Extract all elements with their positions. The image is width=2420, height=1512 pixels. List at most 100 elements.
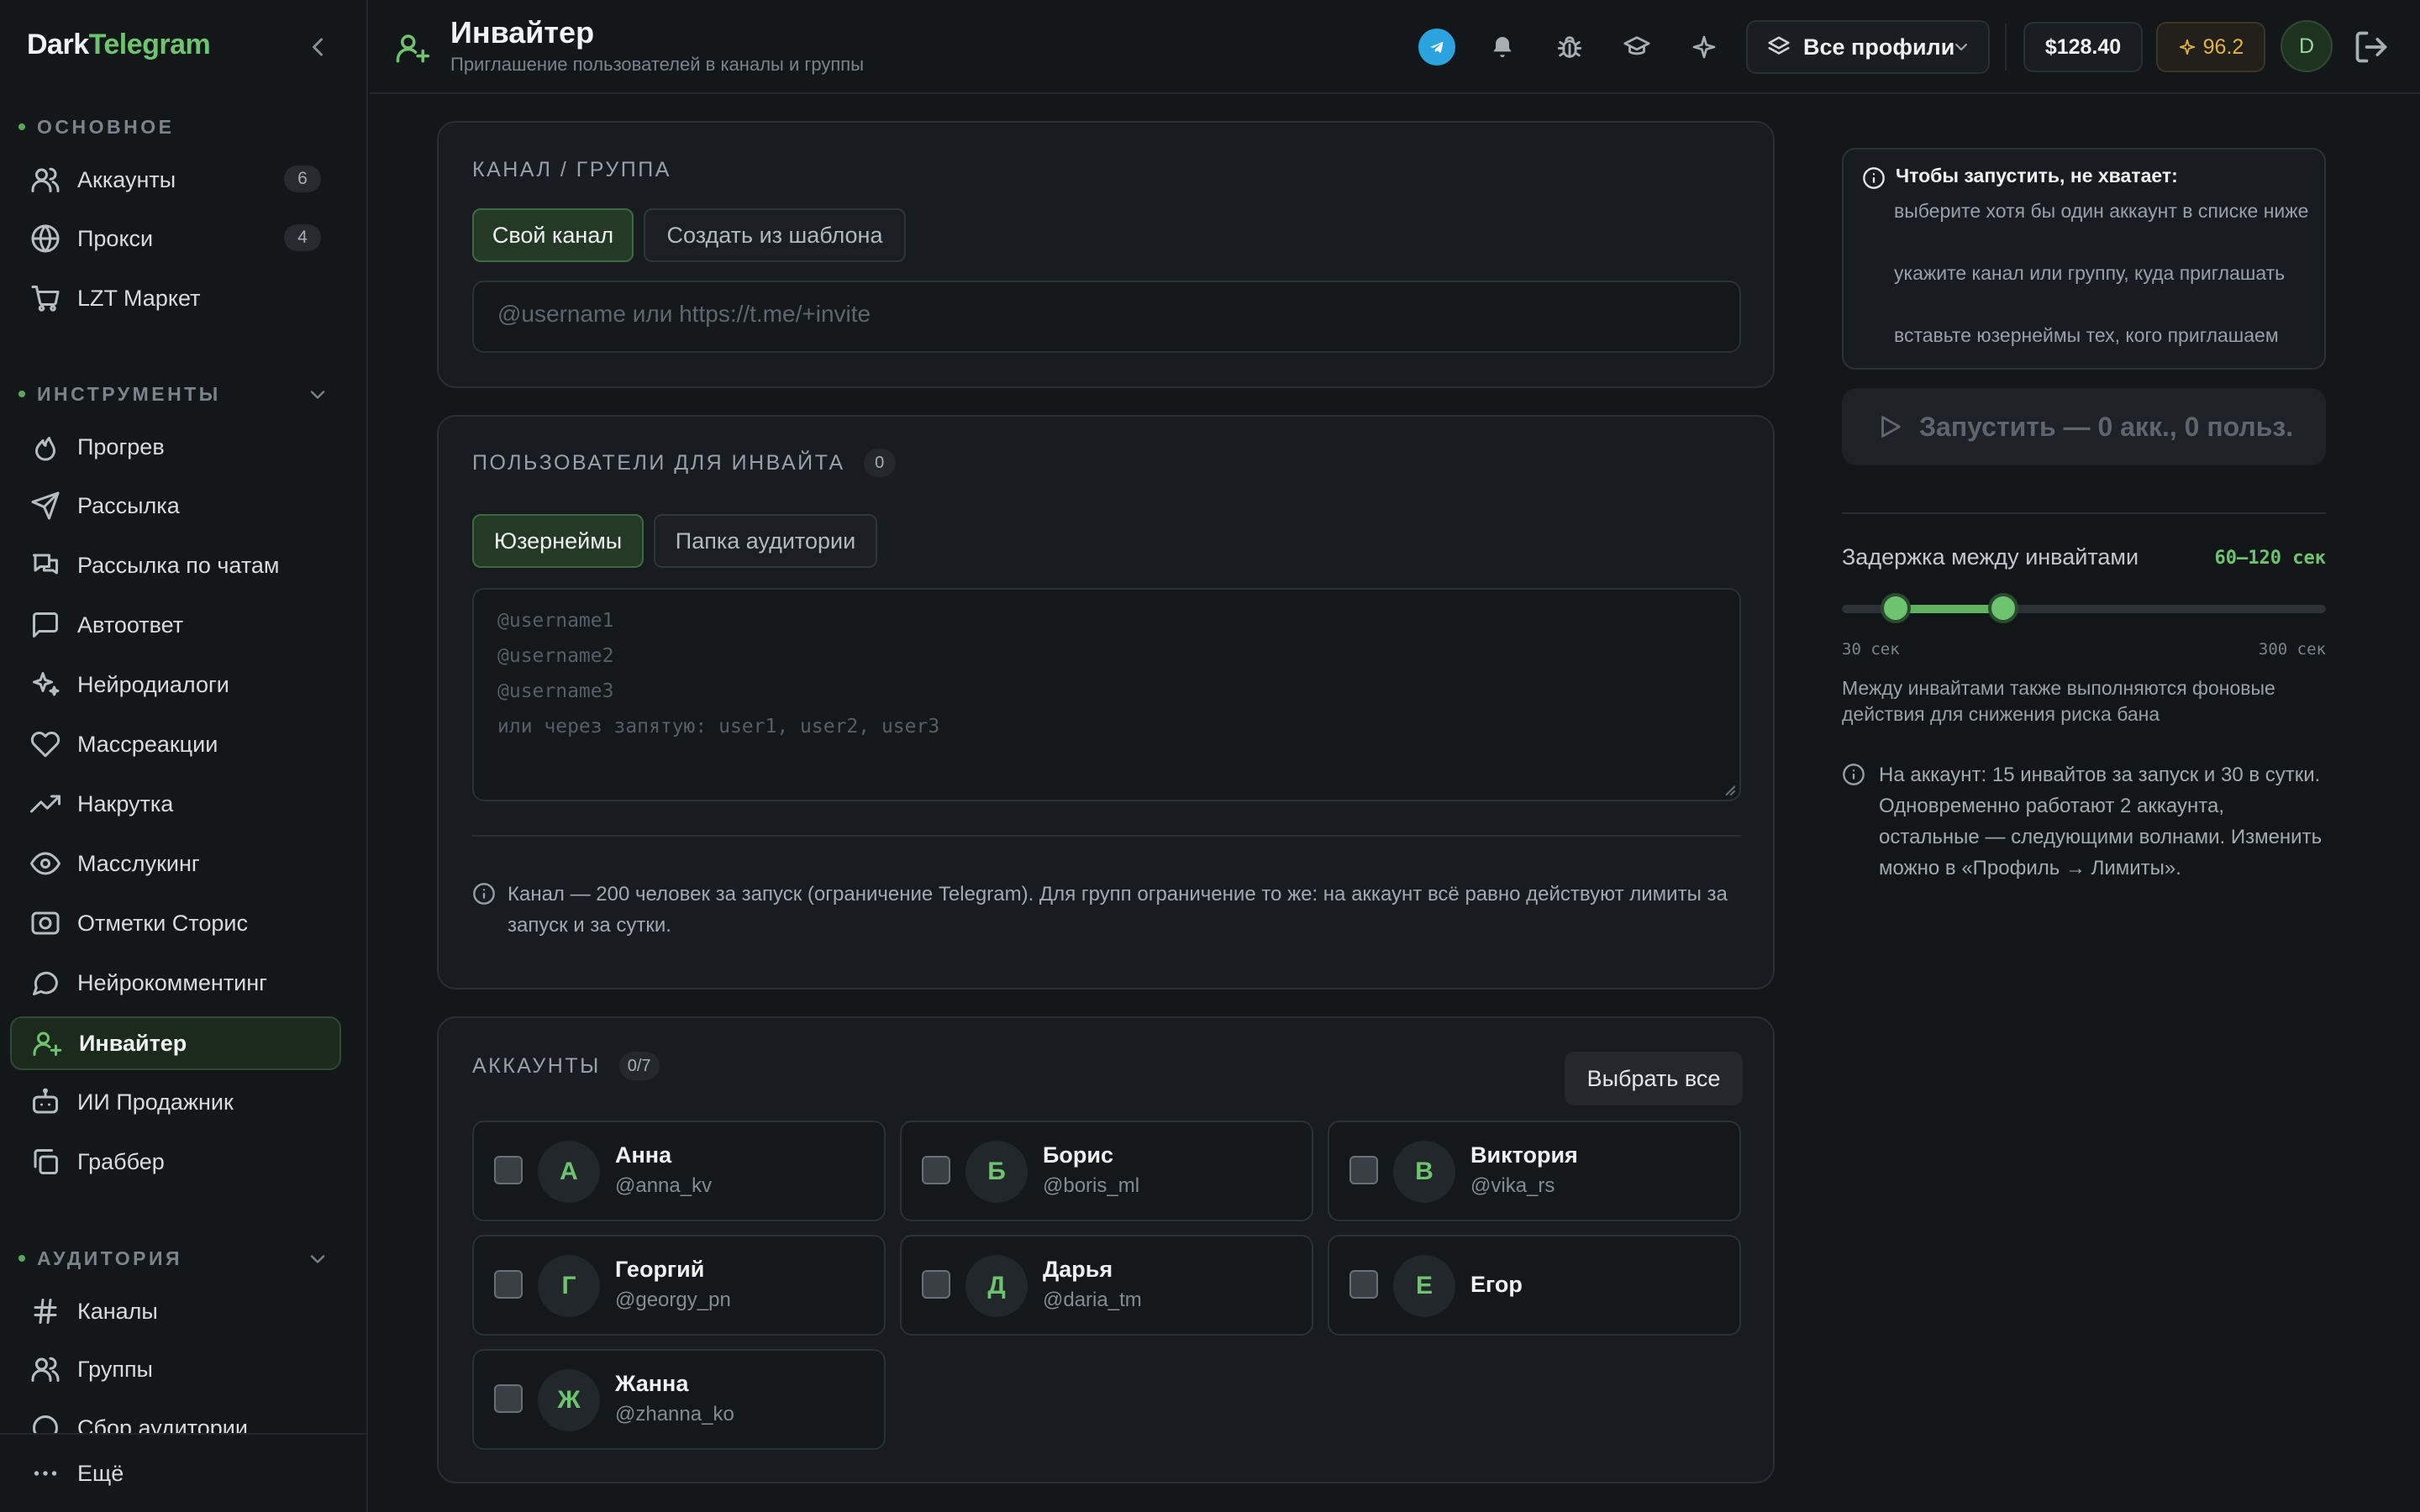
tab-create-from-template[interactable]: Создать из шаблона	[644, 208, 906, 262]
account-card-boris[interactable]: Б Борис @boris_ml	[900, 1121, 1313, 1221]
users-card-label: ПОЛЬЗОВАТЕЛИ ДЛЯ ИНВАЙТА 0	[472, 449, 896, 477]
delay-range-slider[interactable]	[1842, 593, 2326, 623]
profiles-dropdown[interactable]: Все профили	[1746, 20, 1990, 74]
accounts-card-title: АККАУНТЫ	[472, 1053, 601, 1078]
sidebar-item-ai-seller[interactable]: ИИ Продажник	[10, 1075, 341, 1129]
section-dot	[18, 391, 25, 397]
account-name: Дарья	[1043, 1257, 1113, 1282]
account-avatar: Д	[965, 1255, 1028, 1317]
notifications-button[interactable]	[1484, 29, 1521, 66]
warning-title: Чтобы запустить, не хватает:	[1896, 165, 2178, 186]
sidebar-item-neurocommenting[interactable]: Нейрокомментинг	[10, 956, 341, 1010]
section-header-tools[interactable]: ИНСТРУМЕНТЫ	[18, 381, 221, 407]
account-checkbox[interactable]	[922, 1270, 950, 1299]
users-count-badge: 0	[863, 449, 896, 477]
tab-own-channel[interactable]: Свой канал	[472, 208, 634, 262]
account-checkbox[interactable]	[494, 1156, 523, 1184]
account-name: Виктория	[1470, 1142, 1578, 1168]
account-checkbox[interactable]	[494, 1384, 523, 1413]
sidebar-item-mailing[interactable]: Рассылка	[10, 479, 341, 533]
sidebar-item-label: Массреакции	[77, 731, 218, 757]
limits-note: На аккаунт: 15 инвайтов за запуск и 30 в…	[1842, 759, 2326, 884]
account-name: Борис	[1043, 1142, 1114, 1168]
academy-button[interactable]	[1618, 29, 1655, 66]
ai-sparkle-button[interactable]	[1686, 29, 1723, 66]
sidebar-item-label: Каналы	[77, 1298, 158, 1324]
heart-icon	[30, 731, 60, 758]
sidebar-item-label: LZT Маркет	[77, 285, 201, 311]
sidebar-item-massreactions[interactable]: Массреакции	[10, 717, 341, 771]
balance-badge[interactable]: $128.40	[2023, 22, 2143, 72]
usernames-textarea[interactable]: @username1 @username2 @username3 или чер…	[472, 588, 1741, 801]
slider-thumb-min[interactable]	[1881, 593, 1911, 623]
sidebar-item-label: Рассылка по чатам	[77, 552, 280, 578]
accounts-card-label: АККАУНТЫ 0/7	[472, 1052, 660, 1080]
logo-part-dark: Dark	[27, 29, 89, 60]
sidebar-item-more[interactable]: Ещё	[10, 1446, 341, 1500]
sidebar-item-story-marks[interactable]: Отметки Сторис	[10, 896, 341, 950]
tab-audience-folder[interactable]: Папка аудитории	[654, 514, 877, 568]
user-avatar[interactable]: D	[2281, 20, 2333, 72]
collapse-sidebar-button[interactable]	[302, 32, 333, 62]
sidebar-item-grabber[interactable]: Граббер	[10, 1135, 341, 1189]
bug-report-button[interactable]	[1551, 29, 1588, 66]
send-icon	[31, 491, 60, 520]
warning-item: укажите канал или группу, куда приглашат…	[1894, 262, 2286, 284]
account-avatar: Г	[538, 1255, 600, 1317]
account-card-viktoria[interactable]: В Виктория @vika_rs	[1328, 1121, 1741, 1221]
account-avatar: В	[1393, 1141, 1455, 1203]
sidebar-item-channels[interactable]: Каналы	[10, 1284, 341, 1338]
sidebar-item-accounts[interactable]: Аккаунты 6	[10, 153, 341, 207]
account-username: @vika_rs	[1470, 1174, 1555, 1197]
section-title: ИНСТРУМЕНТЫ	[37, 382, 221, 405]
chevron-down-icon[interactable]	[306, 383, 329, 407]
account-card-zhanna[interactable]: Ж Жанна @zhanna_ko	[472, 1349, 886, 1450]
sidebar-item-lzt-market[interactable]: LZT Маркет	[10, 271, 341, 325]
count-badge: 4	[284, 224, 321, 251]
channel-input[interactable]: @username или https://t.me/+invite	[472, 281, 1741, 353]
slider-min-label: 30 сек	[1842, 640, 1900, 659]
sidebar-item-proxies[interactable]: Прокси 4	[10, 212, 341, 265]
sidebar-item-groups[interactable]: Группы	[10, 1342, 341, 1396]
missing-requirements-box: Чтобы запустить, не хватает: выберите хо…	[1842, 148, 2326, 370]
section-header-audience[interactable]: АУДИТОРИЯ	[18, 1246, 182, 1271]
sidebar-item-label: Группы	[77, 1356, 153, 1382]
account-card-egor[interactable]: Е Егор	[1328, 1235, 1741, 1336]
tab-usernames[interactable]: Юзернеймы	[472, 514, 644, 568]
bell-icon	[1493, 37, 1512, 57]
sidebar-item-autoreply[interactable]: Автоответ	[10, 598, 341, 652]
channel-card: КАНАЛ / ГРУППА Свой канал Создать из шаб…	[437, 121, 1775, 388]
select-all-button[interactable]: Выбрать все	[1565, 1052, 1743, 1105]
logout-icon[interactable]	[2353, 29, 2390, 66]
telegram-button[interactable]	[1418, 29, 1455, 66]
sidebar-item-masslooking[interactable]: Масслукинг	[10, 837, 341, 890]
account-checkbox[interactable]	[494, 1270, 523, 1299]
chevron-left-icon	[313, 38, 323, 56]
globe-icon	[31, 224, 60, 253]
account-card-anna[interactable]: А Анна @anna_kv	[472, 1121, 886, 1221]
app-logo[interactable]: DarkTelegram	[27, 29, 211, 61]
account-card-daria[interactable]: Д Дарья @daria_tm	[900, 1235, 1313, 1336]
rating-badge[interactable]: 96.2	[2156, 22, 2265, 72]
account-card-georgy[interactable]: Г Георгий @georgy_pn	[472, 1235, 886, 1336]
sidebar-item-boost[interactable]: Накрутка	[10, 777, 341, 831]
delay-value: 60–120 сек	[2214, 548, 2326, 569]
user-plus-icon	[396, 34, 430, 63]
sidebar-item-inviter[interactable]: Инвайтер	[10, 1016, 341, 1070]
sidebar-item-neurodialogs[interactable]: Нейродиалоги	[10, 658, 341, 711]
sidebar-item-chat-mailing[interactable]: Рассылка по чатам	[10, 538, 341, 592]
textarea-placeholder-line: @username3	[497, 680, 614, 702]
camera-icon	[31, 911, 60, 935]
account-checkbox[interactable]	[1349, 1156, 1378, 1184]
run-button[interactable]: Запустить — 0 акк., 0 польз.	[1842, 388, 2326, 465]
chevron-down-icon[interactable]	[306, 1247, 329, 1271]
sidebar-item-warmup[interactable]: Прогрев	[10, 420, 341, 474]
eye-icon	[30, 852, 60, 875]
account-checkbox[interactable]	[922, 1156, 950, 1184]
users-limit-note-text: Канал — 200 человек за запуск (ограничен…	[508, 883, 1728, 937]
resize-handle-icon[interactable]	[1723, 783, 1736, 796]
section-title: ОСНОВНОЕ	[37, 115, 175, 138]
message-circle-icon	[33, 971, 59, 995]
account-checkbox[interactable]	[1349, 1270, 1378, 1299]
slider-thumb-max[interactable]	[1988, 593, 2018, 623]
